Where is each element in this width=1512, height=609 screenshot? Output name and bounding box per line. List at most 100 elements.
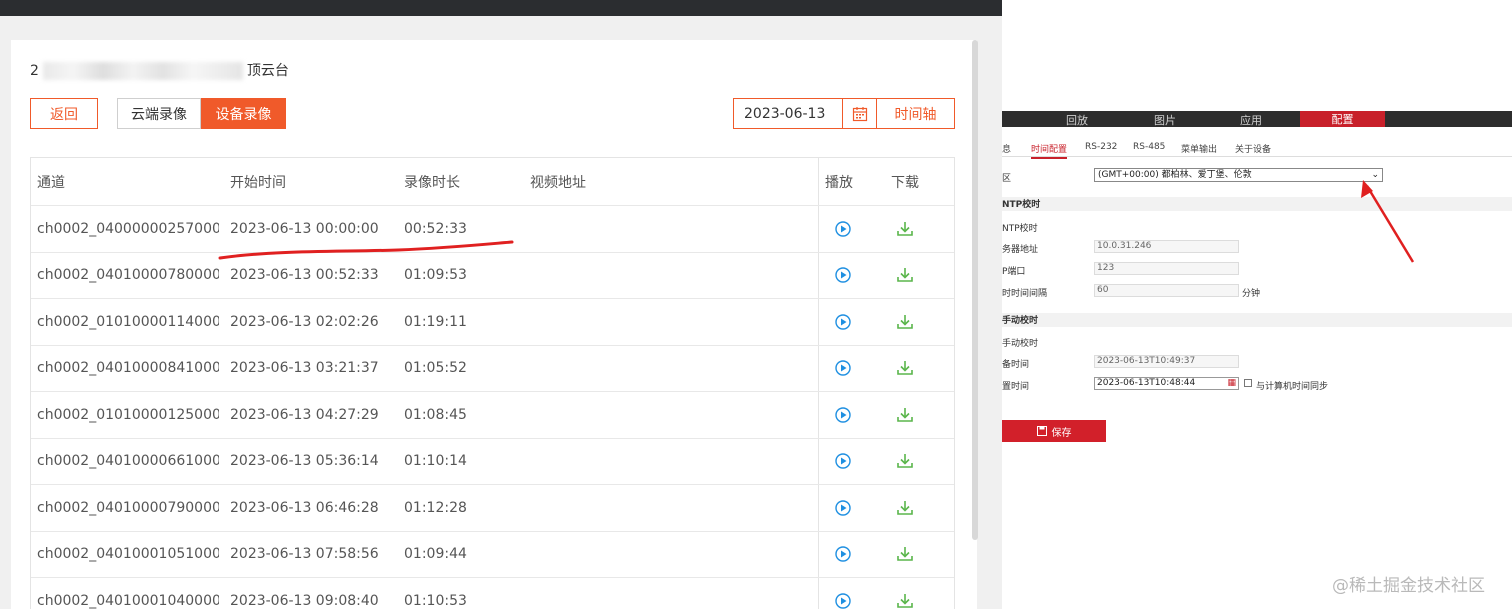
download-icon[interactable] [867, 253, 943, 299]
cell-channel: ch0002_04010000661000... [37, 453, 219, 470]
sub-tab[interactable]: 关于设备 [1235, 142, 1271, 155]
sub-tab[interactable]: RS-232 [1085, 142, 1117, 152]
table-row: ch0002_04010001040000... 2023-06-13 09:08… [31, 578, 954, 609]
table-row: ch0002_04010000841000... 2023-06-13 03:21… [31, 345, 954, 392]
date-picker[interactable]: 2023-06-13 时间轴 [733, 98, 955, 129]
cell-start-time: 2023-06-13 05:36:14 [230, 453, 379, 470]
timezone-value: (GMT+00:00) 都柏林、爱丁堡、伦敦 [1098, 170, 1252, 180]
date-input[interactable]: 2023-06-13 [734, 99, 842, 128]
watermark: @稀土掘金技术社区 [1332, 576, 1485, 596]
device-config-screenshot: 回放 图片 应用 配置 息 时间配置 RS-232 RS-485 菜单输出 关于… [1002, 0, 1512, 609]
table-row: ch0002_04010001051000... 2023-06-13 07:58… [31, 531, 954, 578]
device-title-prefix: 2 [30, 63, 39, 79]
top-bar [0, 0, 1002, 16]
download-icon[interactable] [867, 532, 943, 578]
cell-duration: 01:08:45 [404, 406, 467, 423]
table-row: ch0002_01010000114000... 2023-06-13 02:02… [31, 299, 954, 346]
set-time-field[interactable]: 2023-06-13T10:48:44 ▦ [1094, 377, 1239, 390]
sub-tab-time-config[interactable]: 时间配置 [1031, 142, 1068, 159]
table-row: ch0002_04010000661000... 2023-06-13 05:36… [31, 438, 954, 485]
server-label: 务器地址 [1002, 245, 1039, 255]
column-header-download: 下载 [891, 174, 919, 191]
recording-table: 通道 开始时间 录像时长 视频地址 播放 下载 ch0002_040000002… [30, 157, 955, 609]
play-icon[interactable] [818, 485, 867, 531]
cloud-recording-tab[interactable]: 云端录像 [117, 98, 201, 129]
save-icon [1036, 426, 1047, 436]
download-icon[interactable] [867, 206, 943, 252]
device-title: 2 顶云台 [30, 60, 289, 80]
play-icon[interactable] [818, 206, 867, 252]
device-top-nav: 回放 图片 应用 配置 [1002, 111, 1512, 127]
cell-duration: 01:05:52 [404, 360, 467, 377]
timezone-select[interactable]: (GMT+00:00) 都柏林、爱丁堡、伦敦 ⌄ [1094, 168, 1383, 182]
play-icon[interactable] [818, 252, 867, 298]
column-header-play: 播放 [818, 158, 867, 205]
set-time-value: 2023-06-13T10:48:44 [1097, 378, 1196, 388]
port-field[interactable]: 123 [1094, 262, 1239, 275]
scrollbar[interactable] [972, 40, 978, 540]
sub-tab[interactable]: RS-485 [1133, 142, 1165, 152]
cell-start-time: 2023-06-13 04:27:29 [230, 406, 379, 423]
play-icon[interactable] [818, 299, 867, 345]
play-icon[interactable] [818, 392, 867, 438]
play-icon[interactable] [818, 531, 867, 577]
device-time-label: 备时间 [1002, 360, 1030, 370]
save-button[interactable]: 保存 [1002, 420, 1106, 442]
device-nav-item[interactable]: 应用 [1240, 112, 1262, 128]
interval-field[interactable]: 60 [1094, 284, 1239, 297]
play-icon[interactable] [818, 345, 867, 391]
table-header: 通道 开始时间 录像时长 视频地址 播放 下载 [31, 158, 954, 206]
column-header-video-url: 视频地址 [530, 174, 586, 191]
calendar-icon[interactable] [842, 99, 876, 128]
device-nav-active[interactable]: 配置 [1300, 111, 1385, 127]
cell-channel: ch0002_01010000125000... [37, 406, 219, 423]
timeline-button[interactable]: 时间轴 [876, 99, 954, 128]
download-icon[interactable] [867, 346, 943, 392]
server-field[interactable]: 10.0.31.246 [1094, 240, 1239, 253]
device-time-field: 2023-06-13T10:49:37 [1094, 355, 1239, 368]
recording-panel: 2 顶云台 返回 云端录像 设备录像 2023-06-13 时间轴 通道 开始时间… [0, 0, 1002, 609]
cell-channel: ch0002_04010001040000... [37, 592, 219, 609]
download-icon[interactable] [867, 299, 943, 345]
sub-tab[interactable]: 菜单输出 [1181, 142, 1217, 155]
column-header-start-time: 开始时间 [230, 174, 286, 191]
manual-checkbox-label[interactable]: 手动校时 [1002, 336, 1038, 349]
ntp-section-header: NTP校时 [1002, 197, 1512, 211]
download-icon[interactable] [867, 392, 943, 438]
cell-channel: ch0002_04000000257000... [37, 220, 219, 237]
sub-tab[interactable]: 息 [1002, 142, 1011, 155]
cell-channel: ch0002_04010000841000... [37, 360, 219, 377]
cell-start-time: 2023-06-13 06:46:28 [230, 499, 379, 516]
cell-start-time: 2023-06-13 02:02:26 [230, 313, 379, 330]
sync-checkbox[interactable] [1244, 379, 1252, 387]
download-icon[interactable] [867, 578, 943, 609]
recording-card: 2 顶云台 返回 云端录像 设备录像 2023-06-13 时间轴 通道 开始时间… [11, 40, 977, 609]
play-icon[interactable] [818, 578, 867, 609]
ntp-checkbox-label[interactable]: NTP校时 [1002, 221, 1038, 234]
manual-section-header: 手动校时 [1002, 313, 1512, 327]
device-title-suffix: 顶云台 [246, 63, 289, 79]
column-header-duration: 录像时长 [404, 174, 460, 191]
red-underline-annotation [218, 240, 514, 260]
cell-start-time: 2023-06-13 09:08:40 [230, 592, 379, 609]
device-nav-item[interactable]: 图片 [1154, 112, 1176, 128]
set-time-label: 置时间 [1002, 382, 1030, 392]
timezone-label: 区 [1002, 174, 1012, 184]
back-button[interactable]: 返回 [30, 98, 98, 129]
cell-duration: 01:09:44 [404, 546, 467, 563]
column-header-channel: 通道 [37, 174, 65, 191]
cell-channel: ch0002_04010000790000... [37, 499, 219, 516]
download-icon[interactable] [867, 485, 943, 531]
play-icon[interactable] [818, 438, 867, 484]
interval-label: 时时间间隔 [1002, 289, 1048, 299]
cell-duration: 01:12:28 [404, 499, 467, 516]
cell-channel: ch0002_01010000114000... [37, 313, 219, 330]
cell-duration: 01:19:11 [404, 313, 467, 330]
device-nav-item[interactable]: 回放 [1066, 112, 1088, 128]
device-recording-tab[interactable]: 设备录像 [201, 98, 286, 129]
calendar-icon[interactable]: ▦ [1227, 378, 1236, 389]
table-body: ch0002_04000000257000... 2023-06-13 00:00… [31, 206, 954, 609]
cell-duration: 01:10:53 [404, 592, 467, 609]
download-icon[interactable] [867, 439, 943, 485]
cell-start-time: 2023-06-13 03:21:37 [230, 360, 379, 377]
